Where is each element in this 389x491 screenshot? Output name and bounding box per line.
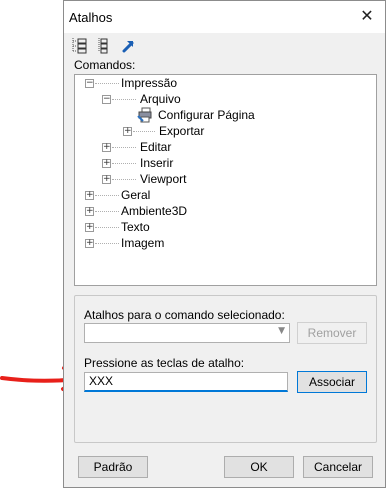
expand-icon[interactable]: + <box>85 239 94 248</box>
shortcuts-combo[interactable]: ▼ <box>84 323 290 343</box>
collapse-tree-icon[interactable] <box>94 36 112 54</box>
tree-node-inserir[interactable]: + Inserir <box>75 155 375 171</box>
tree-node-configurar-pagina[interactable]: Configurar Página <box>75 107 375 123</box>
title-bar: Atalhos ✕ <box>64 1 385 33</box>
tree-label: Imagem <box>121 236 165 250</box>
shortcuts-dialog: Atalhos ✕ Comandos: − Impressão − Arquiv… <box>63 0 386 488</box>
tree-node-editar[interactable]: + Editar <box>75 139 375 155</box>
tree-node-imagem[interactable]: + Imagem <box>75 235 375 251</box>
ok-button[interactable]: OK <box>224 456 294 478</box>
expand-icon[interactable]: + <box>102 143 111 152</box>
chevron-down-icon: ▼ <box>278 326 285 336</box>
expand-icon[interactable]: + <box>85 223 94 232</box>
remove-button[interactable]: Remover <box>297 322 367 344</box>
tree-label: Geral <box>121 188 151 202</box>
hotkey-label: Pressione as teclas de atalho: <box>84 356 245 370</box>
expand-icon[interactable]: + <box>102 159 111 168</box>
tree-label: Configurar Página <box>158 108 255 122</box>
tree-label: Viewport <box>140 172 187 186</box>
expand-tree-icon[interactable] <box>70 36 88 54</box>
commands-label: Comandos: <box>74 58 136 72</box>
export-icon[interactable] <box>120 36 138 54</box>
expand-icon[interactable]: + <box>85 207 94 216</box>
tree-node-viewport[interactable]: + Viewport <box>75 171 375 187</box>
expand-icon[interactable]: + <box>85 191 94 200</box>
tree-node-geral[interactable]: + Geral <box>75 187 375 203</box>
cancel-button[interactable]: Cancelar <box>303 456 373 478</box>
tree-node-exportar[interactable]: + Exportar <box>75 123 375 139</box>
collapse-icon[interactable]: − <box>85 79 94 88</box>
tree-label: Texto <box>121 220 150 234</box>
window-title: Atalhos <box>69 10 113 25</box>
tree-label: Editar <box>140 140 172 154</box>
tree-node-impressao[interactable]: − Impressão <box>75 75 375 91</box>
commands-tree[interactable]: − Impressão − Arquivo Configurar Página … <box>74 74 377 286</box>
tree-label: Ambiente3D <box>121 204 188 218</box>
tree-label: Impressão <box>121 76 178 90</box>
tree-label: Inserir <box>140 156 174 170</box>
close-button[interactable]: ✕ <box>357 7 377 27</box>
assign-button[interactable]: Associar <box>297 371 367 393</box>
shortcuts-label: Atalhos para o comando selecionado: <box>84 308 285 322</box>
tree-label: Exportar <box>159 124 205 138</box>
collapse-icon[interactable]: − <box>102 95 111 104</box>
page-setup-icon <box>137 107 152 123</box>
tree-node-arquivo[interactable]: − Arquivo <box>75 91 375 107</box>
expand-icon[interactable]: + <box>123 127 132 136</box>
tree-node-ambiente3d[interactable]: + Ambiente3D <box>75 203 375 219</box>
expand-icon[interactable]: + <box>102 175 111 184</box>
tree-label: Arquivo <box>140 92 181 106</box>
hotkey-input[interactable]: XXX <box>84 372 288 392</box>
toolbar <box>70 34 270 56</box>
default-button[interactable]: Padrão <box>78 456 148 478</box>
tree-node-texto[interactable]: + Texto <box>75 219 375 235</box>
